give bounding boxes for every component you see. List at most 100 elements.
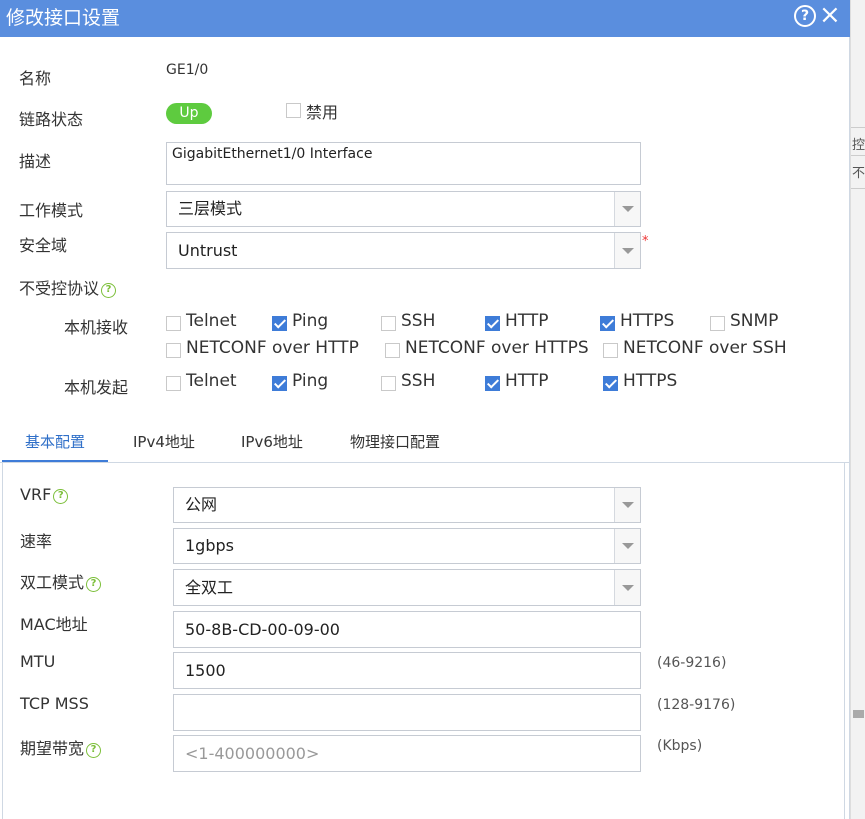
description-value: GigabitEthernet1/0 Interface <box>172 146 373 162</box>
send-ssh-checkbox[interactable] <box>381 376 396 391</box>
receive-ping-label: Ping <box>292 311 329 331</box>
receive-netconf-over-http-checkbox[interactable] <box>166 343 181 358</box>
mtu-value: 1500 <box>185 661 226 680</box>
disable-label: 禁用 <box>306 103 339 122</box>
send-ssh-label: SSH <box>401 371 436 391</box>
receive-telnet-checkbox[interactable] <box>166 316 181 331</box>
send-https-label: HTTPS <box>623 371 678 391</box>
send-http-label: HTTP <box>505 371 549 391</box>
help-icon[interactable]: ? <box>86 743 102 758</box>
send-https-checkbox[interactable] <box>603 376 618 391</box>
mtu-range-hint: (46-9216) <box>657 655 727 671</box>
local-receive-label: 本机接收 <box>64 318 129 337</box>
receive-snmp-label: SNMP <box>730 311 779 331</box>
receive-telnet-label: Telnet <box>186 311 237 331</box>
link-status-label: 链路状态 <box>19 110 84 129</box>
duplex-label-text: 双工模式 <box>20 573 85 592</box>
receive-https-label: HTTPS <box>620 311 675 331</box>
receive-https-checkbox[interactable] <box>600 316 615 331</box>
security-zone-value: Untrust <box>178 241 238 260</box>
expected-bandwidth-label: 期望带宽? <box>20 735 102 759</box>
tab-ipv6-address[interactable]: IPv6地址 <box>241 431 303 452</box>
expected-bandwidth-unit: (Kbps) <box>657 738 703 754</box>
tcp-mss-label: TCP MSS <box>20 694 89 713</box>
bg-divider <box>851 127 865 128</box>
name-value: GE1/0 <box>166 62 209 78</box>
config-tabs: 基本配置 IPv4地址 IPv6地址 物理接口配置 <box>0 425 850 463</box>
send-ping-label: Ping <box>292 371 329 391</box>
chevron-down-icon <box>614 529 640 563</box>
receive-netconf-over-https-label: NETCONF over HTTPS <box>405 338 589 358</box>
receive-netconf-over-http-label: NETCONF over HTTP <box>186 338 359 358</box>
help-icon[interactable]: ? <box>86 577 102 592</box>
mac-address-value: 50-8B-CD-00-09-00 <box>185 620 340 639</box>
duplex-value: 全双工 <box>185 578 234 597</box>
send-http-checkbox[interactable] <box>485 376 500 391</box>
work-mode-value: 三层模式 <box>178 199 243 218</box>
link-status-badge: Up <box>166 103 212 124</box>
send-telnet-label: Telnet <box>186 371 237 391</box>
tab-ipv4-address[interactable]: IPv4地址 <box>133 431 195 452</box>
background-page-strip: 控制 不 <box>850 0 865 819</box>
vrf-label: VRF? <box>20 485 69 504</box>
receive-netconf-over-ssh-label: NETCONF over SSH <box>623 338 787 358</box>
dialog-title: 修改接口设置 <box>6 7 121 29</box>
send-ping-checkbox[interactable] <box>272 376 287 391</box>
rate-value: 1gbps <box>185 536 234 555</box>
help-icon[interactable]: ? <box>101 283 117 298</box>
tab-physical-interface[interactable]: 物理接口配置 <box>350 431 440 452</box>
duplex-label: 双工模式? <box>20 569 102 593</box>
receive-netconf-over-https-checkbox[interactable] <box>385 343 400 358</box>
receive-ssh-label: SSH <box>401 311 436 331</box>
tcp-mss-input[interactable] <box>173 694 641 731</box>
modify-interface-dialog: 修改接口设置 ? × 名称 GE1/0 链路状态 Up 禁用 描述 Gigabi… <box>0 0 850 819</box>
bg-text-fragment: 不 <box>852 166 865 181</box>
rate-label: 速率 <box>20 532 53 551</box>
uncontrolled-protocols-text: 不受控协议 <box>19 279 100 298</box>
chevron-down-icon <box>614 488 640 522</box>
vrf-value: 公网 <box>185 495 218 514</box>
security-zone-label: 安全域 <box>19 236 68 255</box>
disable-checkbox[interactable] <box>286 103 301 118</box>
uncontrolled-protocols-label: 不受控协议? <box>19 275 117 299</box>
description-textarea[interactable]: GigabitEthernet1/0 Interface <box>166 142 641 185</box>
name-label: 名称 <box>19 69 52 88</box>
dialog-titlebar: 修改接口设置 ? × <box>0 0 850 37</box>
bg-text-fragment: 控制 <box>852 138 865 153</box>
mtu-label: MTU <box>20 652 56 671</box>
tab-basic-config[interactable]: 基本配置 <box>25 431 85 452</box>
send-telnet-checkbox[interactable] <box>166 376 181 391</box>
receive-ssh-checkbox[interactable] <box>381 316 396 331</box>
bg-scroll-marker <box>853 710 864 718</box>
chevron-down-icon <box>614 233 640 268</box>
rate-select[interactable]: 1gbps <box>173 528 641 564</box>
receive-snmp-checkbox[interactable] <box>710 316 725 331</box>
work-mode-select[interactable]: 三层模式 <box>166 191 641 227</box>
mac-address-label: MAC地址 <box>20 615 88 634</box>
mtu-input[interactable]: 1500 <box>173 652 641 689</box>
receive-http-checkbox[interactable] <box>485 316 500 331</box>
expected-bandwidth-placeholder: <1-400000000> <box>185 744 320 763</box>
receive-netconf-over-ssh-checkbox[interactable] <box>603 343 618 358</box>
help-icon[interactable]: ? <box>53 489 69 504</box>
security-zone-select[interactable]: Untrust <box>166 232 641 269</box>
receive-http-label: HTTP <box>505 311 549 331</box>
local-send-label: 本机发起 <box>64 378 129 397</box>
expected-bandwidth-text: 期望带宽 <box>20 739 85 758</box>
tcp-mss-range-hint: (128-9176) <box>657 697 736 713</box>
description-label: 描述 <box>19 152 52 171</box>
receive-ping-checkbox[interactable] <box>272 316 287 331</box>
bg-divider <box>851 155 865 156</box>
expected-bandwidth-input[interactable]: <1-400000000> <box>173 735 641 772</box>
duplex-select[interactable]: 全双工 <box>173 569 641 606</box>
work-mode-label: 工作模式 <box>19 201 84 220</box>
vrf-select[interactable]: 公网 <box>173 487 641 523</box>
close-icon[interactable]: × <box>819 1 841 29</box>
required-mark: * <box>642 234 649 249</box>
mac-address-input[interactable]: 50-8B-CD-00-09-00 <box>173 611 641 648</box>
help-icon[interactable]: ? <box>794 5 816 27</box>
vrf-label-text: VRF <box>20 485 52 504</box>
chevron-down-icon <box>614 570 640 605</box>
bg-divider <box>851 188 865 189</box>
chevron-down-icon <box>614 192 640 226</box>
